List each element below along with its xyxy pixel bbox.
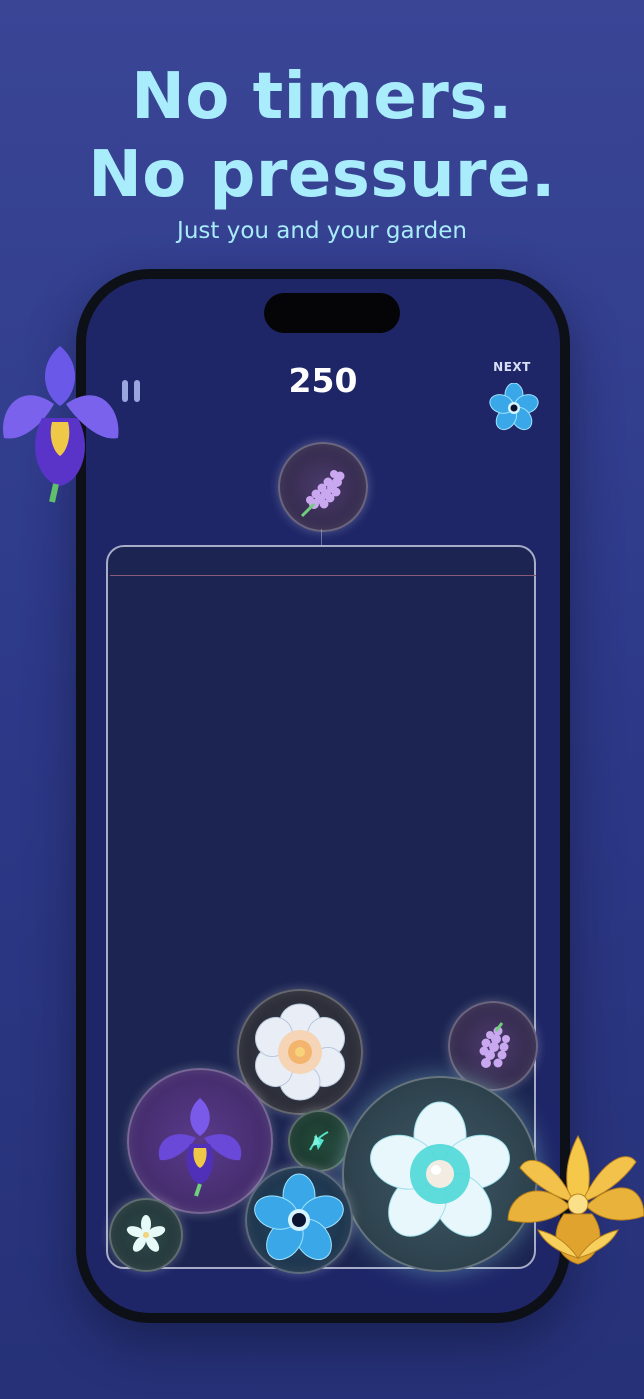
dynamic-island bbox=[264, 293, 400, 333]
current-flower-hyacinth-icon[interactable] bbox=[278, 442, 368, 532]
danger-line bbox=[110, 575, 536, 576]
decoration-golden-lotus-icon bbox=[504, 1124, 644, 1274]
board-flower-anemone-icon bbox=[245, 1166, 353, 1274]
next-flower-anemone-icon bbox=[489, 383, 539, 433]
headline-line-2: No pressure. bbox=[88, 138, 556, 212]
phone-frame: 250 NEXT bbox=[76, 269, 570, 1323]
board-flower-jasmine-icon bbox=[109, 1198, 183, 1272]
subtitle: Just you and your garden bbox=[177, 218, 467, 244]
game-screen: 250 NEXT bbox=[86, 279, 560, 1313]
headline-line-1: No timers. bbox=[131, 60, 513, 134]
next-label: NEXT bbox=[493, 360, 531, 374]
decoration-iris-icon bbox=[0, 340, 124, 510]
board-flower-iris-icon bbox=[127, 1068, 273, 1214]
board-flower-sprout-icon bbox=[288, 1110, 350, 1172]
